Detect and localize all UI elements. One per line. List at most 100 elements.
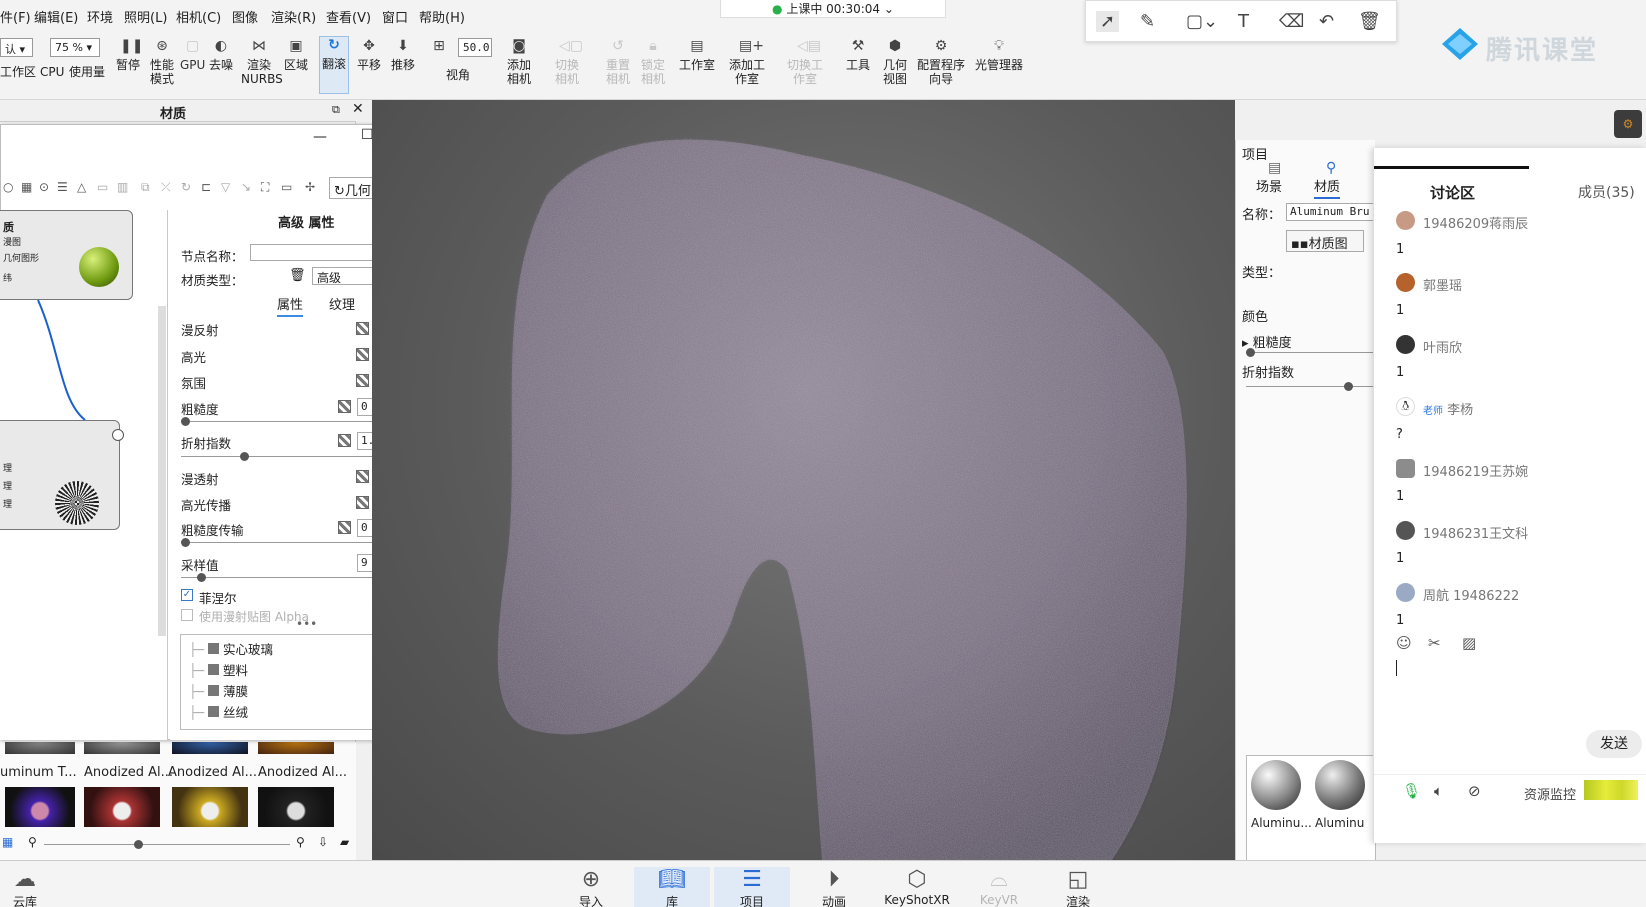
zoom-100-icon[interactable]: ▭ (281, 180, 292, 194)
slider-knob[interactable] (1344, 382, 1353, 391)
arrow-icon[interactable]: ↘ (241, 180, 251, 194)
tab-texture[interactable]: 纹理 (329, 294, 355, 313)
tab-scene[interactable]: 场景 (1256, 176, 1282, 195)
close-icon[interactable]: ✕ (352, 101, 364, 117)
menu-lighting[interactable]: 照明(L) (124, 7, 167, 26)
tab-discussion[interactable]: 讨论区 (1430, 182, 1475, 203)
chevron-down-icon[interactable]: ⌄ (884, 2, 894, 16)
texture-map-icon[interactable] (356, 374, 369, 387)
triangle-icon[interactable]: △ (77, 180, 86, 194)
sliders-icon[interactable]: ☰ (57, 180, 68, 194)
slider-knob[interactable] (1246, 348, 1255, 357)
delete-icon[interactable]: ▥ (117, 180, 128, 194)
slider-knob[interactable] (134, 840, 143, 849)
split-icon[interactable]: ✢ (305, 180, 315, 194)
eraser-icon[interactable]: ⌫ (1279, 11, 1304, 32)
grid-icon[interactable]: ▦ (21, 180, 32, 194)
text-icon[interactable]: T (1238, 11, 1249, 32)
node-output-port[interactable] (112, 429, 124, 441)
perf-mode-button[interactable]: ⊛ 性能模式 (148, 38, 176, 86)
usage-button[interactable]: 使用量 (69, 65, 105, 79)
slider-knob[interactable] (181, 538, 190, 547)
pointer-icon[interactable]: ➚ (1096, 11, 1120, 32)
slider-knob[interactable] (181, 417, 190, 426)
add-camera-button[interactable]: ◙ 添加相机 (506, 38, 532, 86)
thumb-image[interactable] (84, 787, 160, 827)
studio-button[interactable]: ▤ 工作室 (679, 38, 715, 72)
ior-slider[interactable] (1246, 382, 1376, 391)
menu-camera[interactable]: 相机(C) (176, 7, 221, 26)
fit-icon[interactable]: ⛶ (261, 180, 269, 195)
cpu-button[interactable]: CPU (40, 65, 64, 79)
thumb-image[interactable] (172, 742, 248, 754)
switch-camera-button[interactable]: ◁▢ 切换相机 (554, 38, 583, 86)
thumb-image[interactable] (258, 742, 334, 754)
thumb-image[interactable] (258, 787, 334, 827)
texture-node[interactable]: 理 理 理 (0, 420, 124, 530)
link-icon[interactable]: ⧉ (141, 180, 150, 195)
cloud-download-icon[interactable]: ⇩ (318, 835, 328, 849)
gpu-button[interactable]: ▢ GPU (180, 38, 205, 72)
texture-map-icon[interactable] (338, 400, 351, 413)
texture-map-icon[interactable] (356, 470, 369, 483)
more-icon[interactable]: ••• (296, 617, 317, 631)
tree-item[interactable]: ├─ 丝绒 (189, 702, 248, 721)
tree-item[interactable]: ├─ 塑料 (189, 660, 248, 679)
scissors-icon[interactable]: ✂ (1428, 634, 1441, 652)
copy-icon[interactable]: ▭ (97, 180, 108, 194)
zoom-combo[interactable]: 75 % ▾ (50, 38, 100, 57)
menu-file[interactable]: 件(F) (0, 7, 31, 26)
texture-map-icon[interactable] (338, 434, 351, 447)
render-nurbs-button[interactable]: ⋈ 渲染NURBS (241, 38, 283, 86)
menu-environment[interactable]: 环境 (87, 7, 113, 26)
add-studio-button[interactable]: ▤+ 添加工作室 (727, 38, 767, 86)
keyvr-button[interactable]: ⌓ KeyVR (961, 867, 1037, 907)
workspace-button[interactable]: 工作区 (0, 65, 36, 79)
slider-knob[interactable] (197, 573, 206, 582)
thumb-image[interactable] (1251, 760, 1301, 810)
emoji-icon[interactable]: ☺ (1396, 634, 1412, 652)
sphere-icon[interactable]: ○ (3, 180, 13, 194)
undo-icon[interactable]: ↶ (1319, 11, 1334, 32)
fov-input[interactable]: 50.0 (458, 38, 492, 57)
roughness-slider[interactable] (1246, 348, 1376, 357)
library-button[interactable]: 📖︎ 库 (634, 867, 710, 907)
texture-map-icon[interactable] (338, 521, 351, 534)
project-button[interactable]: ☰ 项目 (714, 867, 790, 907)
reset-camera-button[interactable]: ↺ 重置相机 (605, 38, 631, 86)
pen-icon[interactable]: ✎ (1140, 11, 1155, 32)
thumb-size-slider[interactable] (44, 840, 290, 849)
tumble-button[interactable]: ↻ 翻滚 (319, 36, 350, 94)
render-button[interactable]: ◱ 渲染 (1040, 867, 1116, 907)
thumb-image[interactable] (5, 787, 75, 827)
light-manager-button[interactable]: 💡︎ 光管理器 (975, 38, 1023, 72)
animation-button[interactable]: ⏵ 动画 (796, 867, 872, 907)
speaker-icon[interactable]: 🔈︎ (1434, 782, 1443, 800)
thumb-image[interactable] (172, 787, 248, 827)
trash-icon[interactable]: 🗑︎ (289, 268, 306, 283)
cloud-library-button[interactable]: ☁ 云库 (0, 867, 50, 907)
thumb-image[interactable] (84, 742, 160, 754)
config-wizard-button[interactable]: ⚙ 配置程序向导 (914, 38, 968, 86)
tab-material[interactable]: 材质 (1314, 176, 1341, 199)
zoom-in-icon[interactable]: ⚲ (296, 835, 305, 849)
send-button[interactable]: 发送 (1586, 730, 1642, 758)
chat-input[interactable] (1394, 652, 1634, 742)
canvas-scrollbar[interactable] (158, 306, 166, 636)
menu-help[interactable]: 帮助(H) (419, 7, 465, 26)
denoise-button[interactable]: ◐ 去噪 (209, 38, 233, 72)
geometry-view-button[interactable]: ⬢ 几何视图 (882, 38, 908, 86)
pan-button[interactable]: ✥ 平移 (357, 38, 381, 72)
node-canvas[interactable]: 质 漫图 几何图形 纬 理 理 理 (0, 210, 168, 740)
resource-monitor-label[interactable]: 资源监控 (1524, 784, 1576, 803)
preset-combo[interactable]: 认 ▾ (0, 38, 33, 57)
fresnel-checkbox[interactable]: ✓ (181, 589, 193, 601)
folder-icon[interactable]: ▰ (340, 835, 349, 849)
menu-image[interactable]: 图像 (232, 7, 258, 26)
thumb-image[interactable] (1315, 760, 1365, 810)
refresh-icon[interactable]: ↻ (181, 180, 191, 194)
microphone-icon[interactable]: 🎙︎ (1402, 782, 1421, 800)
camera-off-icon[interactable]: ⊘ (1468, 782, 1481, 800)
use-diffuse-alpha-checkbox[interactable] (181, 609, 193, 621)
popout-icon[interactable]: ⧉ (332, 103, 340, 117)
